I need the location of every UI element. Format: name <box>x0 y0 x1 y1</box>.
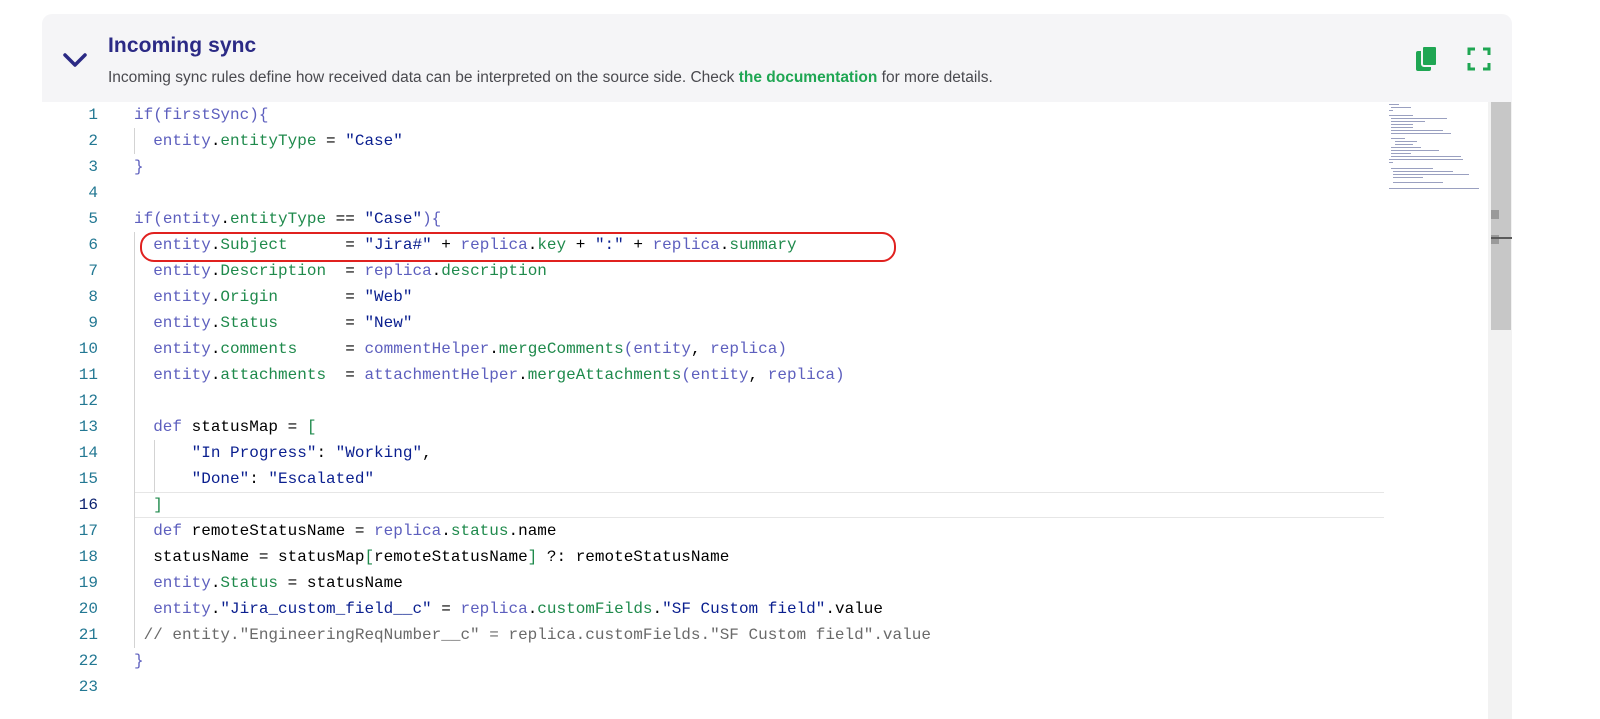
line-number: 11 <box>78 366 98 384</box>
line-number: 5 <box>88 210 98 228</box>
minimap-line <box>1389 159 1463 160</box>
line-number: 1 <box>88 106 98 124</box>
code-line: def statusMap = [ <box>153 418 317 436</box>
minimap-line <box>1391 121 1425 122</box>
line-number: 12 <box>78 392 98 410</box>
code-line: "Done": "Escalated" <box>191 470 375 488</box>
scrollbar-marker <box>1491 210 1499 219</box>
line-number: 2 <box>88 132 98 150</box>
description-text-end: for more details. <box>877 69 993 86</box>
minimap-line <box>1391 168 1433 169</box>
minimap-line <box>1391 147 1421 148</box>
collapse-button[interactable] <box>60 48 90 72</box>
minimap-line <box>1393 177 1423 178</box>
minimap-line <box>1391 124 1413 125</box>
fullscreen-button[interactable] <box>1464 44 1494 74</box>
code-line: if(firstSync){ <box>134 106 269 124</box>
line-number: 8 <box>88 288 98 306</box>
panel-title: Incoming sync <box>108 34 257 57</box>
minimap-line <box>1395 144 1413 145</box>
code-line: ] <box>153 496 163 514</box>
line-number: 19 <box>78 574 98 592</box>
minimap-line <box>1391 153 1411 154</box>
line-number: 20 <box>78 600 98 618</box>
line-number: 6 <box>88 236 98 254</box>
code-line: entity.entityType = "Case" <box>153 132 403 150</box>
minimap-line <box>1389 110 1393 111</box>
minimap-line <box>1393 174 1469 175</box>
scrollbar-cursor-marker <box>1491 237 1512 239</box>
minimap-line <box>1389 162 1393 163</box>
minimap-line <box>1393 182 1443 183</box>
code-line: } <box>134 652 144 670</box>
minimap-line <box>1391 138 1405 139</box>
code-line: def remoteStatusName = replica.status.na… <box>153 522 557 540</box>
code-area[interactable]: if(firstSync){ entity.entityType = "Case… <box>134 102 1384 719</box>
line-number: 10 <box>78 340 98 358</box>
minimap-line <box>1389 104 1399 105</box>
line-number: 9 <box>88 314 98 332</box>
current-line-highlight <box>134 492 1384 518</box>
line-number: 21 <box>78 626 98 644</box>
code-line: entity.comments = commentHelper.mergeCom… <box>153 340 787 358</box>
line-number: 17 <box>78 522 98 540</box>
minimap-line <box>1389 188 1479 189</box>
copy-icon <box>1416 45 1438 71</box>
minimap-line <box>1393 171 1453 172</box>
minimap-line <box>1391 130 1443 131</box>
code-line: entity.Origin = "Web" <box>153 288 413 306</box>
minimap-line <box>1391 118 1447 119</box>
description-text: Incoming sync rules define how received … <box>108 69 739 86</box>
code-line: entity.Status = statusName <box>153 574 403 592</box>
incoming-sync-panel: Incoming sync Incoming sync rules define… <box>42 14 1512 719</box>
code-line: // entity."EngineeringReqNumber__c" = re… <box>134 626 931 644</box>
line-number: 22 <box>78 652 98 670</box>
highlight-annotation <box>140 232 896 262</box>
minimap-line <box>1391 156 1461 157</box>
code-line: entity.attachments = attachmentHelper.me… <box>153 366 845 384</box>
line-number-gutter: 1 2 3 4 5 6 7 8 9 10 11 12 13 14 15 16 1… <box>42 102 114 719</box>
panel-header: Incoming sync Incoming sync rules define… <box>42 14 1512 102</box>
minimap-line <box>1395 141 1417 142</box>
minimap-line <box>1389 115 1413 116</box>
line-number: 23 <box>78 678 98 696</box>
chevron-down-icon <box>63 53 87 67</box>
minimap-line <box>1391 150 1439 151</box>
fullscreen-icon <box>1467 47 1491 71</box>
code-editor[interactable]: 1 2 3 4 5 6 7 8 9 10 11 12 13 14 15 16 1… <box>42 102 1512 719</box>
code-line: } <box>134 158 144 176</box>
line-number: 14 <box>78 444 98 462</box>
code-line: entity.Status = "New" <box>153 314 413 332</box>
line-number: 3 <box>88 158 98 176</box>
code-line: statusName = statusMap[remoteStatusName]… <box>134 548 730 566</box>
panel-description: Incoming sync rules define how received … <box>108 69 993 87</box>
code-minimap[interactable] <box>1387 102 1485 197</box>
minimap-line <box>1391 107 1411 108</box>
line-number: 13 <box>78 418 98 436</box>
line-number-active: 16 <box>78 496 98 514</box>
minimap-line <box>1391 133 1451 134</box>
line-number: 4 <box>88 184 98 202</box>
line-number: 7 <box>88 262 98 280</box>
code-line: "In Progress": "Working", <box>191 444 432 462</box>
line-number: 18 <box>78 548 98 566</box>
documentation-link[interactable]: the documentation <box>739 69 878 86</box>
code-line: entity."Jira_custom_field__c" = replica.… <box>153 600 883 618</box>
code-line: if(entity.entityType == "Case"){ <box>134 210 442 228</box>
copy-button[interactable] <box>1412 44 1442 74</box>
minimap-line <box>1391 127 1413 128</box>
line-number: 15 <box>78 470 98 488</box>
